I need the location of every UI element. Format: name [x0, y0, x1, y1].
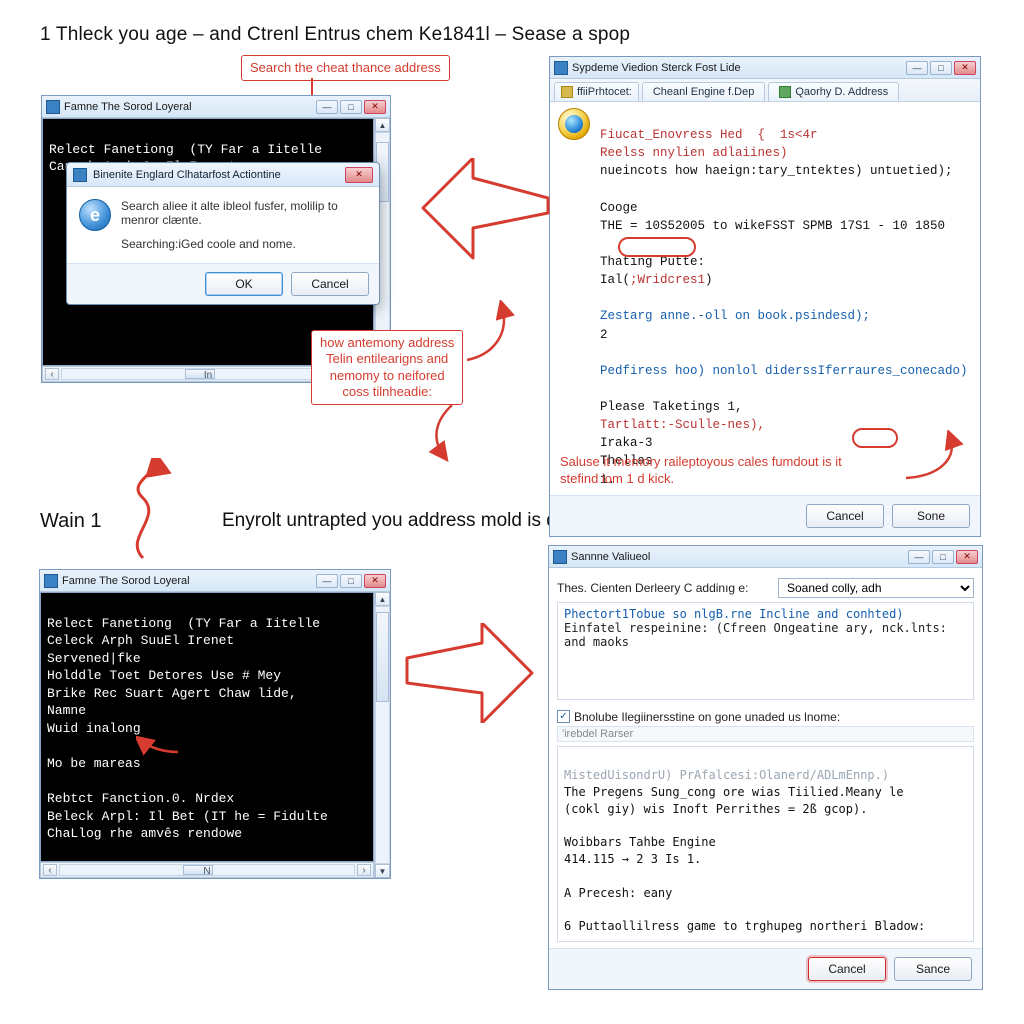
app-icon — [44, 574, 58, 588]
annotation-right: Saluse it memory raileptoyous cales fumd… — [560, 454, 920, 488]
close-button[interactable]: ✕ — [954, 61, 976, 75]
adding-label: Thes. Cienten Derleery C addinıg e: — [557, 581, 772, 595]
scroll-up-icon[interactable]: ▲ — [375, 592, 390, 606]
minimize-button[interactable]: — — [316, 100, 338, 114]
console2-output: Relect Fanetiong (TY Far a Iitelle Celec… — [40, 592, 374, 862]
tab-prhtocet[interactable]: ffiiPrhtocet: — [554, 82, 639, 101]
dialog-app-icon — [73, 168, 87, 182]
arrow-center-up — [462, 300, 537, 370]
arrow-wain-up — [118, 458, 203, 563]
console-window-2: Famne The Sorod Loyeral — □ ✕ Relect Fan… — [39, 569, 391, 879]
ok-button[interactable]: OK — [205, 272, 283, 296]
info-icon: e — [79, 199, 111, 231]
value-sance-button[interactable]: Sance — [894, 957, 972, 981]
console1-title: Famne The Sorod Loyeral — [64, 101, 316, 113]
maximize-button[interactable]: □ — [932, 550, 954, 564]
code-area: Fiucat_Enovress Hed { 1s<4r Reelss nnyli… — [598, 108, 972, 489]
value-window: Sannne Valiueol — □ ✕ Thes. Cienten Derl… — [548, 545, 983, 990]
flag-icon — [779, 86, 791, 98]
maximize-button[interactable]: □ — [340, 100, 362, 114]
close-button[interactable]: ✕ — [364, 574, 386, 588]
arrow-center-down — [422, 402, 477, 462]
code-window-tabs: ffiiPrhtocet: Cheanl Engine f.Dep Qaorhy… — [550, 79, 980, 102]
app-icon — [46, 100, 60, 114]
dialog-message-1: Search aliee it alte ibleol fusfer, moli… — [121, 199, 365, 227]
globe-icon — [558, 108, 590, 140]
scroll-down-icon[interactable]: ▼ — [375, 864, 390, 878]
console2-title: Famne The Sorod Loyeral — [62, 575, 316, 587]
maximize-button[interactable]: □ — [930, 61, 952, 75]
page-heading-1: 1 Thleck you age – and Ctrenl Entrus che… — [40, 24, 630, 46]
cancel-button[interactable]: Cancel — [291, 272, 369, 296]
close-button[interactable]: ✕ — [956, 550, 978, 564]
minimize-button[interactable]: — — [908, 550, 930, 564]
arrow-console2-to-valwin — [402, 623, 537, 723]
value-log: MistedUisondrU) PrAfalcesi:Olanerd/ADLmE… — [557, 746, 974, 942]
scroll-up-icon[interactable]: ▲ — [375, 118, 390, 132]
app-icon — [553, 550, 567, 564]
console2-vscroll[interactable]: ▲ ▼ — [374, 592, 390, 878]
annotation-center: how antemony address Telin entilearigns … — [311, 330, 463, 405]
value-cancel-button[interactable]: Cancel — [808, 957, 886, 981]
val-blue-line: Phectort1Tobue so nlgB.rne Incline and c… — [564, 607, 967, 621]
thin-label: 'irebdel Rarser — [557, 726, 974, 742]
code-cancel-button[interactable]: Cancel — [806, 504, 884, 528]
step-label: Wain 1 — [40, 510, 102, 533]
maximize-button[interactable]: □ — [340, 574, 362, 588]
tab-cheat-engine[interactable]: Cheanl Engine f.Dep — [642, 82, 766, 101]
dialog-title: Binenite Englard Clhatarfost Actiontine — [93, 169, 345, 181]
scroll-left-icon[interactable]: ‹ — [43, 864, 57, 876]
info-dialog: Binenite Englard Clhatarfost Actiontine … — [66, 162, 380, 305]
close-button[interactable]: ✕ — [364, 100, 386, 114]
dialog-message-2: Searching:iGed coole and nome. — [121, 237, 365, 251]
arrow-code-to-console — [418, 158, 553, 263]
tab-address[interactable]: Qaorhy D. Address — [768, 82, 899, 101]
dialog-close-button[interactable]: ✕ — [345, 167, 373, 183]
code-sone-button[interactable]: Sone — [892, 504, 970, 528]
scroll-left-icon[interactable]: ‹ — [45, 368, 59, 380]
value-window-title: Sannne Valiueol — [571, 551, 908, 563]
minimize-button[interactable]: — — [316, 574, 338, 588]
annotation-search-address: Search the cheat thance address — [241, 55, 450, 81]
sheet-icon — [561, 86, 573, 98]
enable-checkbox[interactable]: ✓ Bnolube Ilegiinersstine on gone unaded… — [557, 710, 840, 724]
val-grey-line: Einfatel respeinine: (Cfreen Ongeatine a… — [564, 621, 967, 649]
code-window-title: Sypdeme Viedion Sterck Fost Lide — [572, 62, 906, 74]
app-icon — [554, 61, 568, 75]
minimize-button[interactable]: — — [906, 61, 928, 75]
scroll-right-icon[interactable]: › — [357, 864, 371, 876]
adding-select[interactable]: Soaned colly, adh — [778, 578, 974, 598]
console2-hscroll[interactable]: ‹ N › — [40, 862, 374, 878]
